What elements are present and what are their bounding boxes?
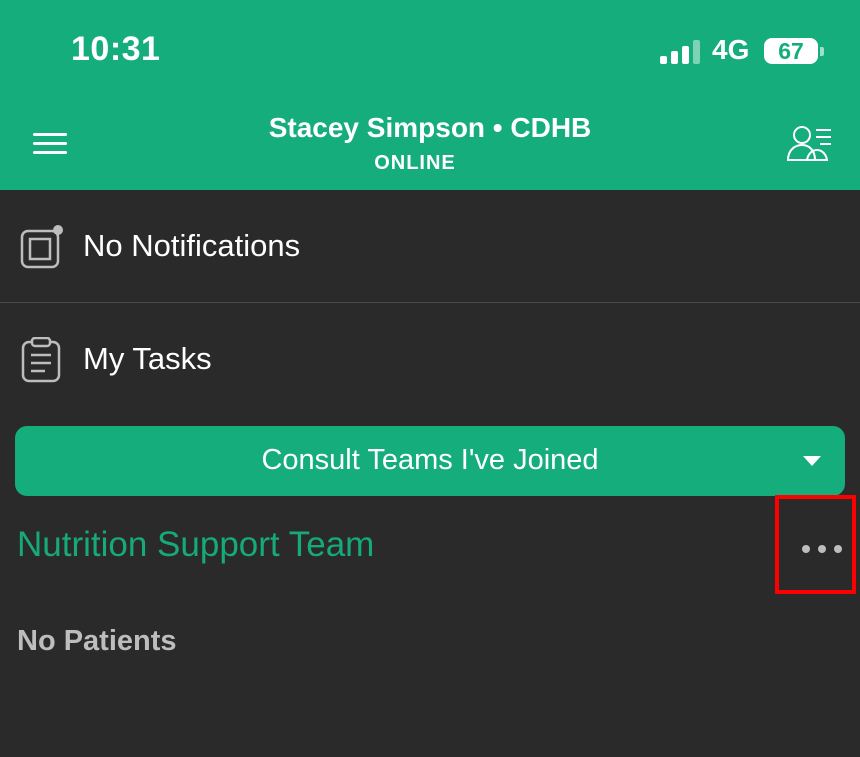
contacts-list-icon[interactable] [785,122,835,164]
more-horizontal-icon [802,545,842,553]
app-header: 10:31 4G 67 Stacey Simpson • CDHB ONLINE [0,0,860,190]
team-more-options-button[interactable] [775,495,856,594]
network-type: 4G [712,34,750,65]
my-tasks-label: My Tasks [83,341,212,376]
consult-teams-dropdown-label: Consult Teams I've Joined [261,444,599,476]
team-name: Nutrition Support Team [17,525,375,564]
status-time: 10:31 [71,30,161,68]
consult-teams-dropdown[interactable]: Consult Teams I've Joined [15,426,845,496]
notification-square-icon [20,225,64,269]
cellular-signal-icon [660,40,704,64]
my-tasks-row[interactable]: My Tasks [0,303,860,413]
page-title: Stacey Simpson • CDHB [268,112,592,143]
battery-level: 67 [778,38,804,64]
no-patients-text: No Patients [17,625,177,657]
presence-status: ONLINE [374,152,456,174]
battery-icon: 67 [764,38,818,64]
notifications-label: No Notifications [83,228,301,263]
caret-down-icon [803,456,821,466]
clipboard-icon [20,336,64,383]
notifications-row[interactable]: No Notifications [0,190,860,302]
